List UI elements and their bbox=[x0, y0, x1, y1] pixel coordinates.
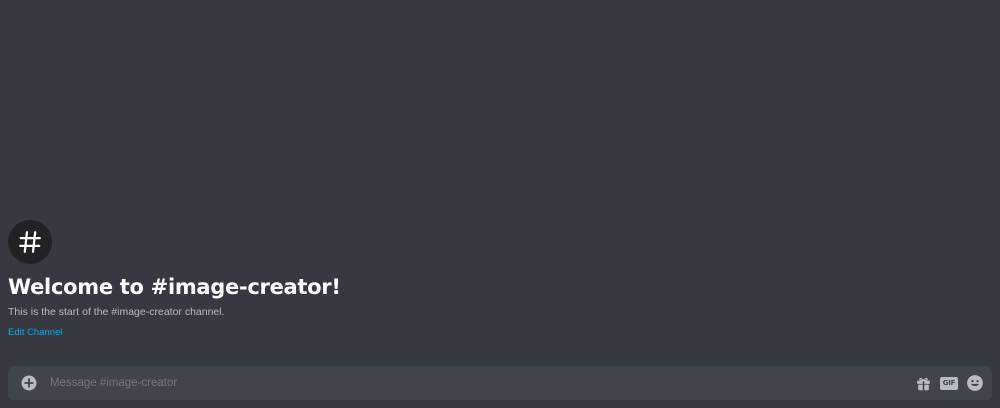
plus-circle-icon bbox=[21, 375, 37, 391]
composer-actions: GIF bbox=[907, 373, 984, 393]
gif-button[interactable]: GIF bbox=[940, 373, 958, 393]
gift-icon bbox=[917, 377, 930, 390]
edit-channel-link[interactable]: Edit Channel bbox=[8, 327, 62, 339]
emoji-button[interactable] bbox=[966, 373, 984, 393]
message-input[interactable] bbox=[50, 373, 907, 393]
gift-button[interactable] bbox=[915, 373, 932, 393]
gif-icon: GIF bbox=[940, 376, 958, 390]
channel-hash-icon bbox=[8, 220, 52, 264]
channel-view: Welcome to #image-creator! This is the s… bbox=[0, 0, 1000, 408]
channel-welcome: Welcome to #image-creator! This is the s… bbox=[8, 220, 984, 339]
emoji-icon bbox=[967, 375, 983, 391]
welcome-title: Welcome to #image-creator! bbox=[8, 275, 341, 299]
message-composer: GIF bbox=[8, 366, 992, 400]
welcome-subtitle: This is the start of the #image-creator … bbox=[8, 306, 225, 318]
hash-icon bbox=[19, 231, 41, 253]
upload-button[interactable] bbox=[19, 373, 39, 393]
